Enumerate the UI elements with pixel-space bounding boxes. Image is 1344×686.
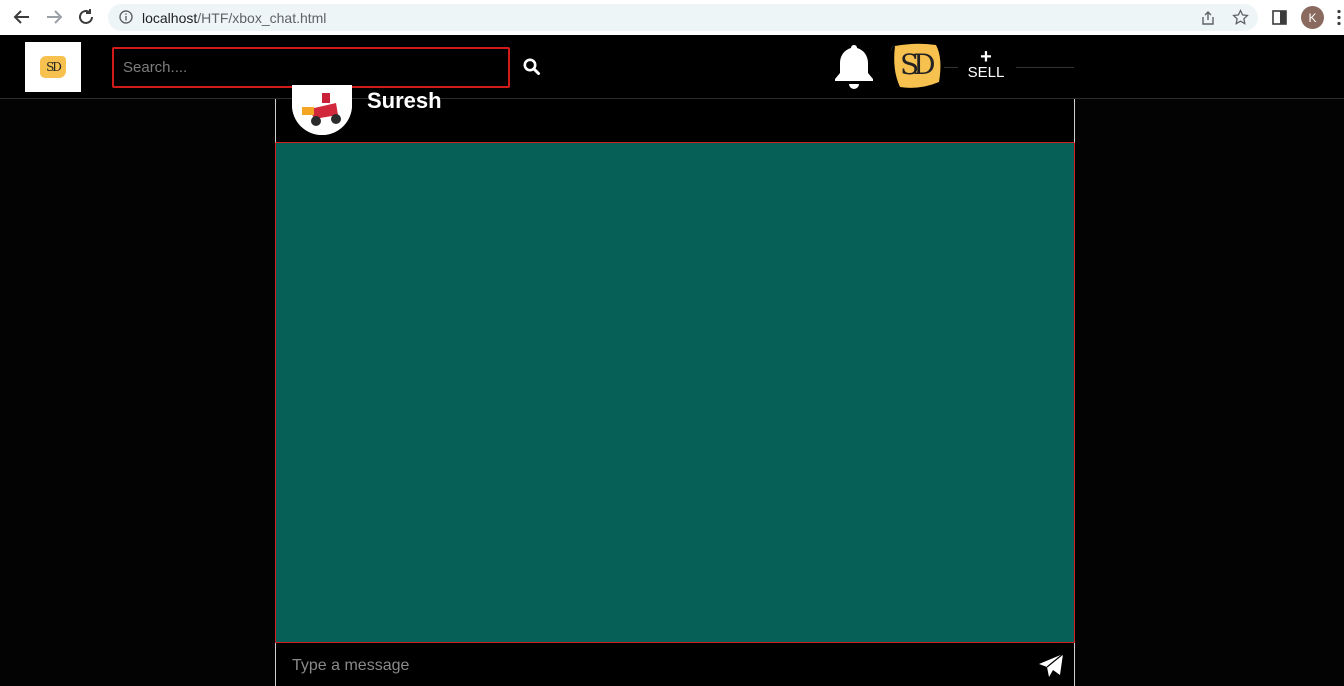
divider <box>944 67 958 68</box>
browser-toolbar: localhost/HTF/xbox_chat.html K <box>0 0 1344 35</box>
notification-bell-icon[interactable] <box>829 41 879 91</box>
user-profile-logo[interactable]: SD <box>890 42 944 90</box>
sell-button[interactable]: + SELL <box>958 46 1014 85</box>
browser-profile-avatar[interactable]: K <box>1301 6 1324 29</box>
logo-mark: SD <box>40 56 66 78</box>
divider <box>1016 67 1074 68</box>
message-input[interactable] <box>292 653 992 679</box>
chat-panel: Suresh <box>275 85 1075 686</box>
message-area <box>275 143 1075 643</box>
site-info-icon[interactable] <box>119 10 133 29</box>
search-input[interactable] <box>112 47 510 88</box>
address-bar[interactable]: localhost/HTF/xbox_chat.html <box>108 4 1258 31</box>
forward-arrow-icon[interactable] <box>43 6 65 28</box>
profile-logo-letters: SD <box>900 48 936 81</box>
share-icon[interactable] <box>1200 10 1216 31</box>
side-panel-icon[interactable] <box>1272 10 1287 30</box>
app-header: SD SD + SELL <box>0 35 1344 99</box>
sell-label: SELL <box>967 64 1005 81</box>
chat-header: Suresh <box>275 85 1075 143</box>
browser-menu-icon[interactable] <box>1336 9 1342 31</box>
back-arrow-icon[interactable] <box>11 6 33 28</box>
site-logo[interactable]: SD <box>25 42 81 92</box>
bookmark-star-icon[interactable] <box>1232 8 1249 31</box>
search-icon[interactable] <box>522 57 542 77</box>
url-path: /HTF/xbox_chat.html <box>197 10 327 26</box>
chat-input-bar <box>275 643 1075 686</box>
contact-avatar[interactable] <box>292 85 352 135</box>
reload-icon[interactable] <box>75 6 97 28</box>
send-icon[interactable] <box>1038 653 1064 679</box>
url-host: localhost <box>142 10 198 26</box>
contact-name: Suresh <box>367 88 442 113</box>
plus-icon: + <box>980 46 992 68</box>
url-text: localhost/HTF/xbox_chat.html <box>142 10 326 26</box>
